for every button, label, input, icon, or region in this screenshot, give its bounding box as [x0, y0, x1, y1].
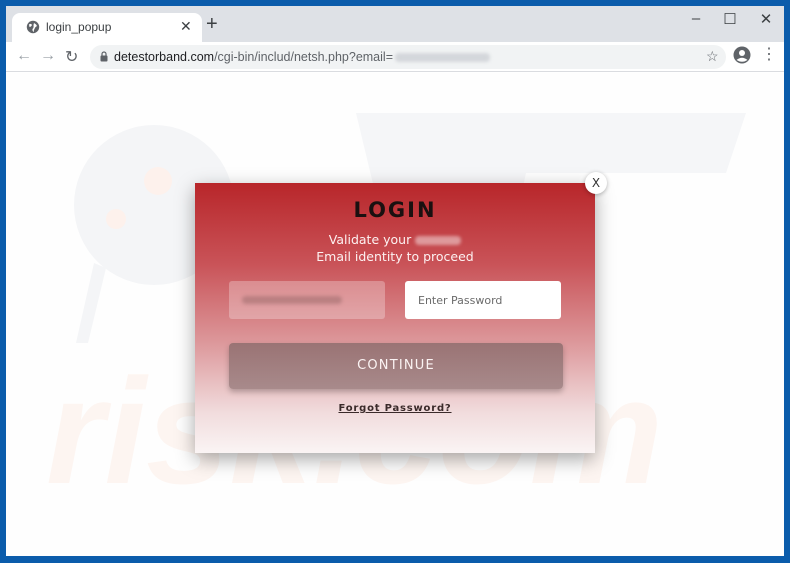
subtitle-line2: Email identity to proceed — [316, 249, 474, 264]
url-host: detestorband.com — [114, 50, 215, 64]
popup-subtitle: Validate your Email identity to proceed — [195, 231, 595, 265]
reload-button[interactable]: ↻ — [65, 47, 78, 67]
browser-toolbar: ← → ↻ detestorband.com/cgi-bin/includ/ne… — [6, 42, 784, 72]
back-button[interactable]: ← — [16, 47, 32, 65]
redacted-provider — [415, 236, 462, 245]
popup-title: LOGIN — [353, 198, 437, 222]
continue-button[interactable]: CONTINUE — [229, 343, 563, 389]
subtitle-line1: Validate your — [328, 232, 412, 247]
bookmark-star-icon[interactable]: ☆ — [706, 48, 719, 65]
page-content: risk.com LOGIN Validate your Email ident… — [6, 73, 784, 556]
login-popup: LOGIN Validate your Email identity to pr… — [195, 183, 595, 453]
maximize-button[interactable]: ☐ — [715, 10, 745, 28]
forward-button[interactable]: → — [40, 47, 56, 65]
redacted-email-value — [242, 296, 342, 304]
browser-tab[interactable]: login_popup ✕ — [12, 13, 202, 42]
redacted-email — [395, 53, 490, 63]
password-input[interactable] — [405, 281, 561, 319]
url-path: /cgi-bin/includ/netsh.php?email= — [214, 50, 393, 64]
tab-bar: login_popup ✕ + – ☐ ✕ — [6, 6, 784, 42]
globe-icon — [26, 20, 40, 34]
lock-icon — [100, 51, 108, 62]
tab-title: login_popup — [46, 20, 112, 34]
popup-close-button[interactable]: X — [585, 172, 607, 194]
browser-menu-icon[interactable]: ⋮ — [761, 46, 777, 64]
minimize-button[interactable]: – — [681, 10, 711, 27]
forgot-password-link[interactable]: Forgot Password? — [195, 403, 595, 414]
email-field[interactable] — [229, 281, 385, 319]
new-tab-button[interactable]: + — [206, 14, 218, 34]
browser-window: login_popup ✕ + – ☐ ✕ ← → ↻ detestorband… — [6, 6, 784, 556]
profile-avatar-icon[interactable] — [733, 46, 751, 64]
url-text: detestorband.com/cgi-bin/includ/netsh.ph… — [114, 50, 490, 64]
tab-close-icon[interactable]: ✕ — [180, 18, 192, 35]
address-bar[interactable]: detestorband.com/cgi-bin/includ/netsh.ph… — [90, 45, 726, 69]
window-close-button[interactable]: ✕ — [751, 10, 781, 28]
